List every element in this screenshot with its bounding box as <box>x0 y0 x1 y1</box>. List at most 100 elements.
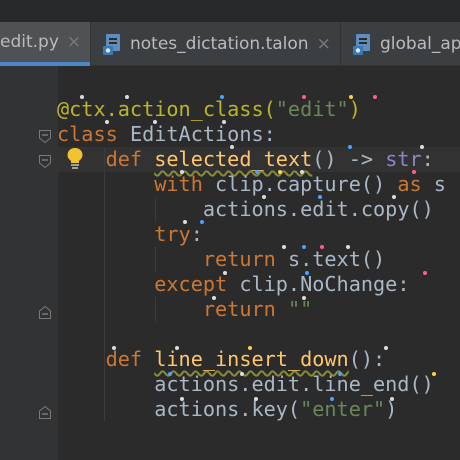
hint-dot <box>318 195 322 199</box>
code-token: def <box>105 147 155 171</box>
close-tab-icon[interactable]: × <box>67 33 81 51</box>
title-strip <box>0 0 460 22</box>
code-line[interactable]: with clip.capture() as s <box>57 172 446 197</box>
code-line[interactable]: try: <box>57 222 203 247</box>
hint-dot <box>153 120 157 124</box>
hint-dot <box>255 170 259 174</box>
code-token: actions.edit.line_end() <box>154 372 434 396</box>
hint-dot <box>432 372 436 376</box>
code-token: with <box>154 172 216 196</box>
hint-dot <box>230 145 234 149</box>
hint-dot <box>305 271 309 275</box>
code-token: clip.capture() <box>215 172 398 196</box>
hint-dot <box>80 95 84 99</box>
tab-label: global_ap <box>380 34 460 54</box>
hint-dot <box>175 346 179 350</box>
code-line[interactable]: @ctx.action_class("edit") <box>57 97 361 122</box>
hint-dot <box>248 346 252 350</box>
code-token: : <box>190 222 203 246</box>
code-token: line_insert_down <box>154 347 349 371</box>
tab-notes-dictation-talon[interactable]: notes_dictation.talon × <box>91 22 340 66</box>
fold-end-icon[interactable] <box>39 406 51 419</box>
hint-dot <box>420 145 424 149</box>
code-line[interactable]: return s.text() <box>57 247 385 272</box>
code-line[interactable]: except clip.NoChange: <box>57 272 409 297</box>
code-line[interactable]: actions.edit.copy() <box>57 197 434 222</box>
ide-window: edit.py × notes_dictation.talon × global… <box>0 0 460 460</box>
hint-dot <box>384 346 388 350</box>
talon-file-icon <box>103 34 120 55</box>
code-line[interactable]: def selected_text() -> str: <box>57 147 434 172</box>
code-line[interactable]: actions.edit.line_end() <box>57 372 434 397</box>
hint-dot <box>200 220 204 224</box>
hint-dot <box>180 397 184 401</box>
hint-dot <box>302 296 306 300</box>
code-line[interactable]: class EditActions: <box>57 122 276 147</box>
tab-label: edit.py <box>0 32 59 52</box>
code-token: @ctx.action_class( <box>57 97 276 121</box>
hint-dot <box>262 195 266 199</box>
code-token: except <box>154 272 240 296</box>
hint-dot <box>223 271 227 275</box>
hint-dot <box>302 95 306 99</box>
hint-dot <box>338 372 342 376</box>
tab-global-ap[interactable]: global_ap <box>341 22 460 66</box>
code-token: actions.key( <box>154 397 301 421</box>
code-token: return <box>202 297 288 321</box>
code-token: EditActions: <box>129 122 276 146</box>
code-token: () -> <box>312 147 386 171</box>
close-tab-icon[interactable]: × <box>317 35 331 53</box>
hint-dot <box>105 120 109 124</box>
hint-dot <box>330 397 334 401</box>
fold-end-icon[interactable] <box>39 306 51 319</box>
code-token: "" <box>287 297 313 321</box>
hint-dot <box>349 95 353 99</box>
editor-gutter <box>0 66 58 460</box>
code-token: as <box>397 172 434 196</box>
tab-edit-py[interactable]: edit.py × <box>0 22 90 66</box>
code-token: class <box>57 122 130 146</box>
editor-tab-bar: edit.py × notes_dictation.talon × global… <box>0 22 460 66</box>
hint-dot <box>320 245 324 249</box>
hint-dot <box>168 372 172 376</box>
hint-dot <box>423 271 427 275</box>
hint-dot <box>373 95 377 99</box>
hint-dot <box>392 195 396 199</box>
code-token: clip.NoChange: <box>239 272 410 296</box>
hint-dot <box>346 245 350 249</box>
code-token: return <box>202 247 288 271</box>
code-token: actions.edit.copy() <box>202 197 434 221</box>
hint-dot <box>300 170 304 174</box>
code-line[interactable]: return "" <box>57 297 312 322</box>
code-line[interactable]: def line_insert_down(): <box>57 347 386 372</box>
code-token: s <box>433 172 446 196</box>
hint-dot <box>240 372 244 376</box>
code-token: "edit" <box>275 97 349 121</box>
hint-dot <box>390 397 394 401</box>
tab-label: notes_dictation.talon <box>130 34 309 54</box>
code-line[interactable]: actions.key("enter") <box>57 397 397 422</box>
code-token: (): <box>348 347 386 371</box>
code-token: try <box>154 222 191 246</box>
hint-dot <box>254 397 258 401</box>
hint-dot <box>282 245 286 249</box>
hint-dot <box>302 245 306 249</box>
hint-dot <box>125 95 129 99</box>
fold-icon[interactable] <box>39 130 51 143</box>
fold-icon[interactable] <box>39 155 51 168</box>
hint-dot <box>183 220 187 224</box>
hint-dot <box>278 170 282 174</box>
code-token: "enter" <box>300 397 386 421</box>
hint-dot <box>348 145 352 149</box>
hint-dot <box>220 95 224 99</box>
hint-dot <box>222 120 226 124</box>
